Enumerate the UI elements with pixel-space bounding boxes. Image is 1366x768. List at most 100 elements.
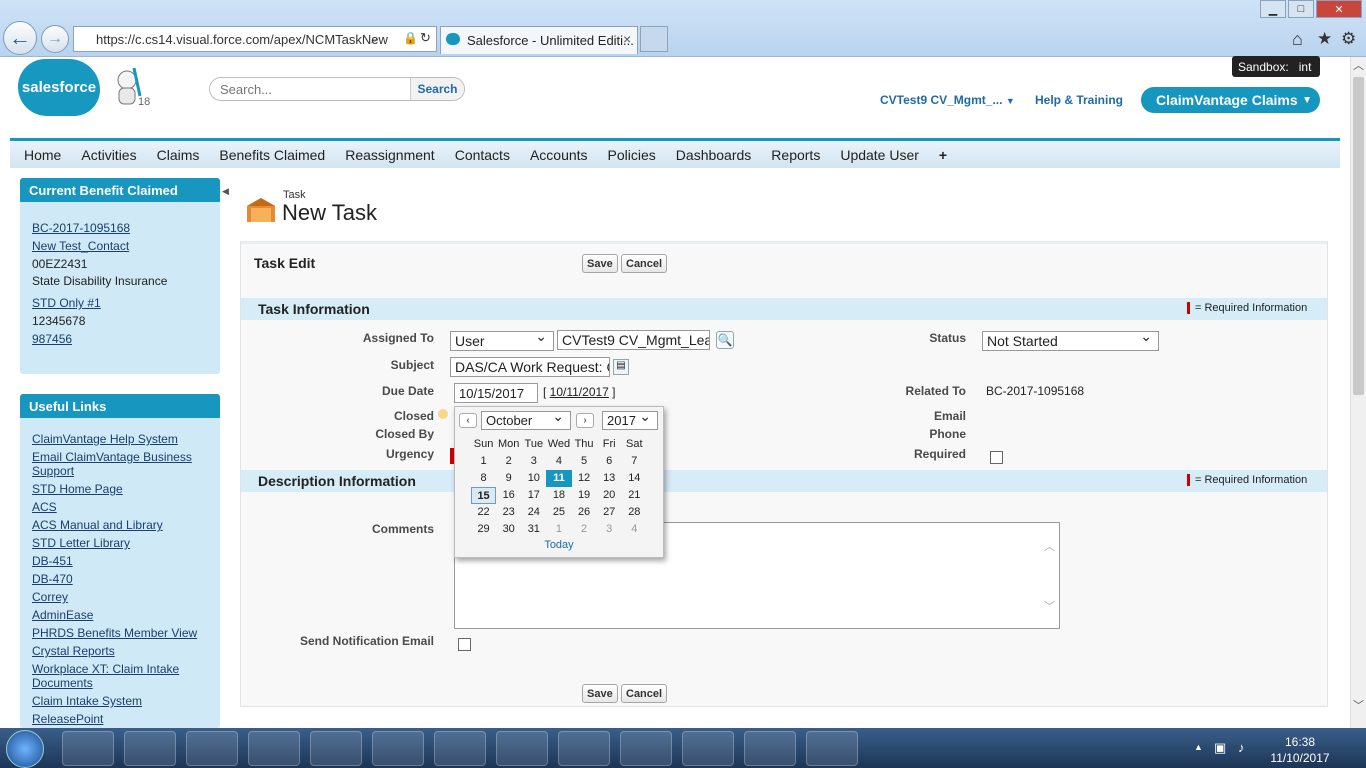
tab-reassignment[interactable]: Reassignment [335, 147, 445, 163]
page-scrollbar[interactable]: ︿ ﹀ [1350, 57, 1366, 728]
tab-dashboards[interactable]: Dashboards [666, 147, 762, 163]
calendar-day[interactable]: 27 [597, 504, 622, 521]
cancel-button[interactable]: Cancel [621, 254, 668, 273]
outlook-icon[interactable] [248, 731, 300, 766]
calendar-day[interactable]: 3 [597, 521, 622, 538]
eclipse-icon[interactable] [310, 731, 362, 766]
calendar-day[interactable]: 14 [622, 470, 647, 487]
scroll-up-icon[interactable]: ︿ [1044, 538, 1055, 554]
back-arrow-icon[interactable]: ← [3, 21, 37, 55]
close-window-icon[interactable]: ✕ [1316, 0, 1362, 18]
calendar-day[interactable]: 30 [496, 521, 521, 538]
calendar-day[interactable]: 1 [471, 453, 496, 470]
calendar-day-selected[interactable]: 15 [471, 487, 497, 504]
calendar-day[interactable]: 10 [521, 470, 546, 487]
lookup-icon[interactable]: 🔍 [716, 331, 734, 349]
user-menu[interactable]: CVTest9 CV_Mgmt_... ▼ [880, 93, 1015, 107]
prev-month-icon[interactable]: ‹ [459, 413, 477, 428]
search-button[interactable]: Search [410, 78, 464, 100]
calendar-day[interactable]: 21 [622, 487, 647, 504]
clock[interactable]: 16:38 11/10/2017 [1268, 734, 1332, 766]
search-input[interactable] [210, 78, 410, 100]
calendar-day[interactable]: 7 [622, 453, 647, 470]
address-bar[interactable]: https://c.cs14.visual.force.com/apex/NCM… [73, 26, 437, 52]
policy-link[interactable]: STD Only #1 [32, 295, 208, 313]
browser-tab[interactable]: Salesforce - Unlimited Editi... [440, 26, 638, 54]
app-menu-button[interactable]: ClaimVantage Claims ▼ [1141, 87, 1320, 113]
benefit-link[interactable]: BC-2017-1095168 [32, 220, 208, 238]
calendar-day[interactable]: 19 [572, 487, 597, 504]
useful-link[interactable]: PHRDS Benefits Member View [32, 626, 208, 640]
folder-icon[interactable] [744, 731, 796, 766]
required-checkbox[interactable] [990, 451, 1003, 464]
today-date-link[interactable]: 10/11/2017 [550, 385, 609, 399]
tab-accounts[interactable]: Accounts [520, 147, 598, 163]
start-button-icon[interactable] [6, 730, 44, 768]
calendar-day[interactable]: 26 [572, 504, 597, 521]
calendar-day[interactable]: 22 [471, 504, 496, 521]
next-month-icon[interactable]: › [576, 413, 594, 428]
info-icon[interactable] [438, 409, 448, 419]
calendar-day[interactable]: 20 [597, 487, 622, 504]
network-icon[interactable]: ▣ [1214, 740, 1226, 756]
status-select[interactable]: Not Started [982, 331, 1159, 351]
calendar-day[interactable]: 18 [546, 487, 571, 504]
subject-input[interactable]: DAS/CA Work Request: C [450, 357, 610, 377]
useful-link[interactable]: Correy [32, 590, 208, 604]
member-link[interactable]: 987456 [32, 331, 208, 349]
save-button[interactable]: Save [582, 684, 618, 703]
scrollbar-thumb[interactable] [1353, 77, 1364, 395]
tab-close-icon[interactable]: × [623, 31, 631, 47]
useful-link[interactable]: DB-470 [32, 572, 208, 586]
calendar-day[interactable]: 4 [622, 521, 647, 538]
useful-link[interactable]: ClaimVantage Help System [32, 432, 208, 446]
useful-link[interactable]: DB-451 [32, 554, 208, 568]
combobox-icon[interactable]: ▤ [613, 359, 629, 375]
year-select[interactable]: 2017 [602, 411, 658, 430]
calendar-day[interactable]: 17 [521, 487, 546, 504]
calendar-day[interactable]: 4 [546, 453, 571, 470]
useful-link[interactable]: STD Home Page [32, 482, 208, 496]
calendar-day[interactable]: 31 [521, 521, 546, 538]
useful-link[interactable]: Email ClaimVantage Business Support [32, 450, 208, 478]
new-tab-button[interactable] [640, 26, 668, 52]
month-select[interactable]: October [481, 411, 571, 430]
save-button[interactable]: Save [582, 254, 618, 273]
calendar-day[interactable]: 24 [521, 504, 546, 521]
file-explorer-icon[interactable] [124, 731, 176, 766]
useful-link[interactable]: Crystal Reports [32, 644, 208, 658]
tab-activities[interactable]: Activities [71, 147, 146, 163]
due-date-input[interactable]: 10/15/2017 [454, 383, 538, 403]
useful-link[interactable]: ACS [32, 500, 208, 514]
forward-arrow-icon[interactable]: → [41, 25, 69, 53]
scroll-up-icon[interactable]: ︿ [1351, 57, 1366, 73]
tab-policies[interactable]: Policies [598, 147, 666, 163]
volume-icon[interactable]: ♪ [1238, 740, 1245, 755]
contact-link[interactable]: New Test_Contact [32, 238, 208, 256]
internet-explorer-icon[interactable] [62, 731, 114, 766]
skype-icon[interactable] [434, 731, 486, 766]
maximize-icon[interactable]: □ [1288, 0, 1314, 18]
scroll-down-icon[interactable]: ﹀ [1351, 697, 1366, 713]
access-icon[interactable] [806, 731, 858, 766]
tab-claims[interactable]: Claims [147, 147, 210, 163]
calendar-day[interactable]: 6 [597, 453, 622, 470]
app-icon[interactable] [496, 731, 548, 766]
calendar-day[interactable]: 29 [471, 521, 496, 538]
useful-link[interactable]: Claim Intake System [32, 694, 208, 708]
calendar-day[interactable]: 9 [496, 470, 521, 487]
calendar-day[interactable]: 16 [496, 487, 521, 504]
useful-link[interactable]: STD Letter Library [32, 536, 208, 550]
tab-reports[interactable]: Reports [761, 147, 830, 163]
useful-link[interactable]: Workplace XT: Claim Intake Documents [32, 662, 208, 690]
calendar-day[interactable]: 25 [546, 504, 571, 521]
calendar-day-today[interactable]: 11 [546, 470, 572, 487]
tab-update-user[interactable]: Update User [830, 147, 929, 163]
tab-add-icon[interactable]: + [929, 147, 957, 163]
help-link[interactable]: Help & Training [1035, 93, 1123, 107]
today-link[interactable]: Today [454, 539, 664, 551]
calendar-day[interactable]: 23 [496, 504, 521, 521]
search-icon[interactable]: ⌕ [371, 31, 378, 47]
useful-link[interactable]: ACS Manual and Library [32, 518, 208, 532]
firefox-icon[interactable] [372, 731, 424, 766]
